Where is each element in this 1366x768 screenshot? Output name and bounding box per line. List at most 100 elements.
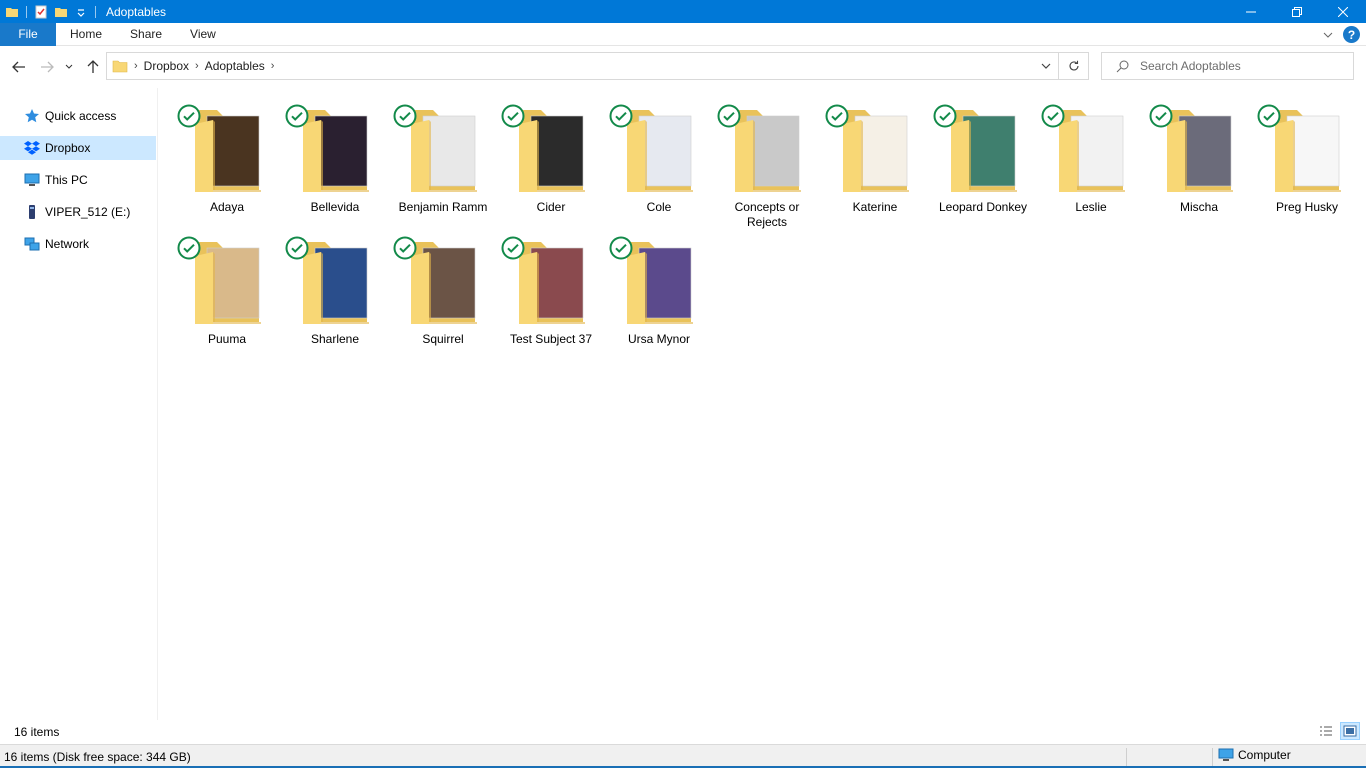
- tab-share[interactable]: Share: [116, 23, 176, 46]
- check-circle-icon: [501, 104, 525, 128]
- recent-locations-button[interactable]: [63, 58, 75, 76]
- check-circle-icon: [177, 236, 201, 260]
- folder-name: Benjamin Ramm: [398, 200, 488, 214]
- folder-item[interactable]: Leopard Donkey: [933, 104, 1033, 230]
- status-divider: [1126, 748, 1127, 766]
- folder-item[interactable]: Preg Husky: [1257, 104, 1357, 230]
- tab-file[interactable]: File: [0, 22, 56, 46]
- close-button[interactable]: [1320, 0, 1366, 23]
- back-button[interactable]: [10, 58, 28, 76]
- folder-thumbnail: [393, 104, 493, 200]
- breadcrumb-separator[interactable]: ›: [195, 60, 199, 72]
- folder-item[interactable]: Sharlene: [285, 236, 385, 362]
- folder-item[interactable]: Mischa: [1149, 104, 1249, 230]
- restore-button[interactable]: [1274, 0, 1320, 23]
- folder-thumbnail: [609, 236, 709, 332]
- new-folder-icon[interactable]: [54, 5, 68, 19]
- toolbar-separator: [95, 5, 96, 18]
- title-bar: Adoptables: [0, 0, 1366, 23]
- folder-name: Puuma: [207, 332, 247, 346]
- folder-name: Test Subject 37: [509, 332, 593, 346]
- folder-name: Leslie: [1075, 200, 1107, 214]
- dropbox-icon: [24, 140, 40, 156]
- computer-icon: [1218, 748, 1234, 761]
- check-circle-icon: [609, 104, 633, 128]
- details-view-icon: [1320, 726, 1332, 736]
- folder-thumbnail: [1041, 104, 1141, 200]
- search-icon: [1116, 60, 1129, 73]
- folder-name: Adaya: [209, 200, 245, 214]
- folder-item[interactable]: Bellevida: [285, 104, 385, 230]
- folder-thumbnail: [501, 236, 601, 332]
- nav-item-this-pc[interactable]: This PC: [0, 168, 156, 192]
- up-button[interactable]: [84, 58, 102, 76]
- navigation-bar: › Dropbox › Adoptables ›: [0, 46, 1366, 88]
- forward-button[interactable]: [38, 58, 56, 76]
- folder-item[interactable]: Cider: [501, 104, 601, 230]
- folder-item[interactable]: Leslie: [1041, 104, 1141, 230]
- folder-name: Bellevida: [310, 200, 360, 214]
- folder-thumbnail: [177, 104, 277, 200]
- folder-thumbnail: [933, 104, 1033, 200]
- search-input[interactable]: [1140, 59, 1340, 73]
- folder-thumbnail: [501, 104, 601, 200]
- folder-thumbnail: [393, 236, 493, 332]
- status-disk-space: 16 items (Disk free space: 344 GB): [4, 749, 191, 764]
- breadcrumb-separator[interactable]: ›: [271, 60, 275, 72]
- status-divider: [1212, 748, 1213, 766]
- tab-home[interactable]: Home: [56, 23, 116, 46]
- folder-icon: [112, 60, 128, 73]
- details-view-button[interactable]: [1316, 722, 1336, 740]
- folder-thumbnail: [1257, 104, 1357, 200]
- folder-name: Cole: [646, 200, 672, 214]
- folder-item[interactable]: Test Subject 37: [501, 236, 601, 362]
- folder-item[interactable]: Katerine: [825, 104, 925, 230]
- address-bar[interactable]: › Dropbox › Adoptables ›: [106, 52, 1059, 80]
- folder-thumbnail: [1149, 104, 1249, 200]
- status-location-label: Computer: [1238, 748, 1291, 762]
- status-location: Computer: [1218, 748, 1291, 762]
- search-box[interactable]: [1101, 52, 1354, 80]
- folder-thumbnail: [825, 104, 925, 200]
- folder-icon[interactable]: [5, 5, 19, 19]
- folder-name: Leopard Donkey: [938, 200, 1028, 214]
- status-bar: 16 items (Disk free space: 344 GB) Compu…: [0, 744, 1366, 768]
- customize-toolbar-icon[interactable]: [74, 5, 88, 19]
- folder-item[interactable]: Adaya: [177, 104, 277, 230]
- check-circle-icon: [285, 104, 309, 128]
- breadcrumb-adoptables[interactable]: Adoptables: [205, 59, 265, 73]
- forward-arrow-icon: [41, 61, 54, 73]
- check-circle-icon: [609, 236, 633, 260]
- check-circle-icon: [501, 236, 525, 260]
- nav-item-dropbox[interactable]: Dropbox: [0, 136, 156, 160]
- folder-thumbnail: [285, 236, 385, 332]
- properties-icon[interactable]: [34, 5, 48, 19]
- breadcrumb-separator[interactable]: ›: [134, 60, 138, 72]
- folder-item[interactable]: Benjamin Ramm: [393, 104, 493, 230]
- folder-name: Squirrel: [422, 332, 464, 346]
- folder-item[interactable]: Ursa Mynor: [609, 236, 709, 362]
- file-list: Adaya Bellevida Benjamin Ramm Cider Cole Conc…: [159, 88, 1366, 720]
- folder-item[interactable]: Cole: [609, 104, 709, 230]
- tab-view[interactable]: View: [176, 23, 230, 46]
- address-history-dropdown-icon[interactable]: [1040, 60, 1052, 72]
- breadcrumb-dropbox[interactable]: Dropbox: [144, 59, 189, 73]
- refresh-button[interactable]: [1059, 52, 1089, 80]
- folder-item[interactable]: Squirrel: [393, 236, 493, 362]
- expand-ribbon-icon[interactable]: [1323, 30, 1333, 40]
- ribbon-tabs: File Home Share View ?: [0, 22, 1366, 46]
- help-icon[interactable]: ?: [1343, 26, 1360, 43]
- nav-item-quick-access[interactable]: Quick access: [0, 104, 156, 128]
- nav-item-network[interactable]: Network: [0, 232, 156, 256]
- folder-name: Ursa Mynor: [627, 332, 690, 346]
- close-icon: [1338, 6, 1348, 17]
- folder-name: Sharlene: [310, 332, 360, 346]
- minimize-button[interactable]: [1228, 0, 1274, 23]
- folder-item[interactable]: Concepts or Rejects: [717, 104, 817, 230]
- folder-item[interactable]: Puuma: [177, 236, 277, 362]
- large-icons-view-button[interactable]: [1340, 722, 1360, 740]
- window-title: Adoptables: [106, 4, 167, 19]
- nav-item-viper-drive[interactable]: VIPER_512 (E:): [0, 200, 156, 224]
- network-icon: [24, 236, 40, 252]
- check-circle-icon: [393, 236, 417, 260]
